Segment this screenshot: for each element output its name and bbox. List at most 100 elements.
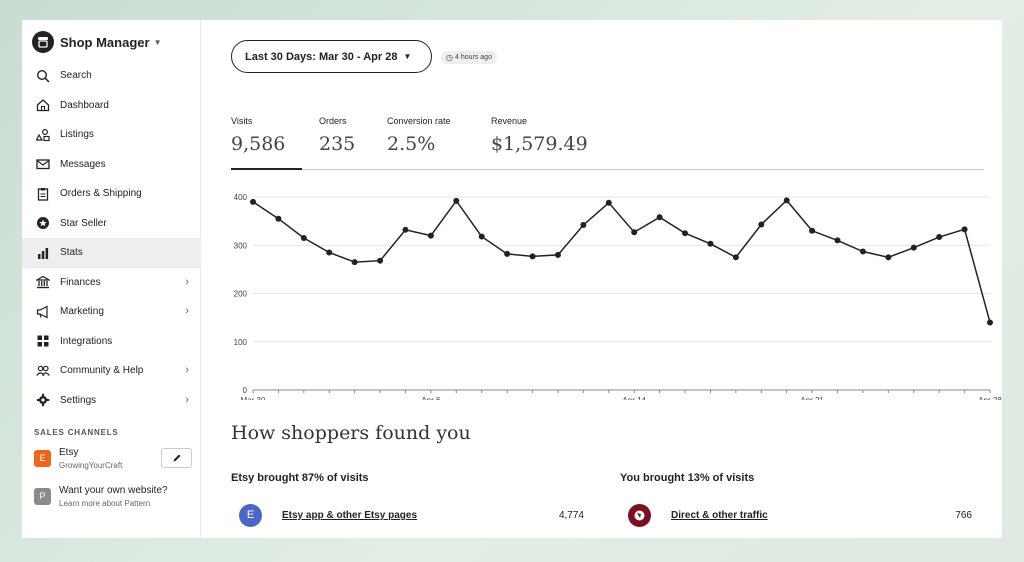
series-line bbox=[252, 199, 991, 323]
x-tick-label: Mar 30 bbox=[241, 396, 266, 400]
data-point bbox=[834, 237, 841, 244]
website-promo-link[interactable]: Learn more about Pattern bbox=[59, 499, 150, 508]
data-point bbox=[351, 259, 358, 266]
channel-shop-name: GrowingYourCraft bbox=[59, 461, 123, 470]
sidebar-item-label: Search bbox=[60, 70, 92, 82]
megaphone-icon bbox=[35, 304, 51, 320]
metric-label: Revenue bbox=[491, 116, 528, 126]
edit-channel-button[interactable] bbox=[161, 448, 192, 468]
bar-chart-icon bbox=[35, 245, 51, 261]
data-point bbox=[936, 234, 943, 241]
gear-icon bbox=[35, 392, 51, 408]
x-tick-label: Apr 14 bbox=[622, 396, 646, 400]
website-promo-title: Want your own website? bbox=[59, 485, 168, 496]
metric-value: 9,586 bbox=[231, 133, 286, 155]
sidebar-item-integrations[interactable]: Integrations bbox=[22, 327, 201, 357]
traffic-source-row: Direct & other traffic 766 bbox=[628, 504, 972, 528]
channel-name: Etsy bbox=[59, 447, 79, 458]
pencil-icon bbox=[173, 454, 180, 462]
last-updated-badge: ◷ 4 hours ago bbox=[441, 51, 497, 64]
data-point bbox=[326, 249, 333, 256]
data-point bbox=[504, 250, 511, 257]
chevron-right-icon: › bbox=[185, 393, 189, 406]
date-range-label: Last 30 Days: Mar 30 - Apr 28 bbox=[245, 50, 398, 63]
sidebar-item-search[interactable]: Search bbox=[22, 61, 201, 91]
sidebar-item-label: Marketing bbox=[60, 306, 104, 318]
you-visits-heading: You brought 13% of visits bbox=[620, 472, 755, 484]
sidebar-item-label: Integrations bbox=[60, 335, 113, 347]
data-point bbox=[656, 214, 663, 221]
last-updated-text: 4 hours ago bbox=[454, 54, 492, 61]
x-tick-label: Apr 21 bbox=[800, 396, 824, 400]
sidebar-item-label: Finances bbox=[60, 276, 101, 288]
shop-manager-title: Shop Manager bbox=[60, 34, 150, 50]
data-point bbox=[910, 244, 917, 251]
y-tick-label: 0 bbox=[243, 386, 248, 395]
sidebar-item-marketing[interactable]: Marketing › bbox=[22, 297, 201, 327]
clock-icon: ◷ bbox=[446, 53, 453, 62]
etsy-channel[interactable]: E Etsy GrowingYourCraft bbox=[34, 446, 194, 472]
metric-orders[interactable]: Orders 235 bbox=[319, 116, 355, 155]
sidebar-item-label: Orders & Shipping bbox=[60, 188, 142, 200]
sidebar-item-label: Community & Help bbox=[60, 365, 144, 377]
sidebar-item-community-help[interactable]: Community & Help › bbox=[22, 356, 201, 386]
shop-logo-icon bbox=[32, 31, 54, 53]
sidebar-item-orders-shipping[interactable]: Orders & Shipping bbox=[22, 179, 201, 209]
y-tick-label: 100 bbox=[234, 338, 248, 347]
search-icon bbox=[35, 68, 51, 84]
data-point bbox=[453, 197, 460, 204]
active-metric-underline bbox=[231, 168, 302, 170]
metric-divider bbox=[302, 169, 984, 170]
metric-visits[interactable]: Visits 9,586 bbox=[231, 116, 285, 155]
data-point bbox=[605, 199, 612, 206]
metric-label: Orders bbox=[319, 116, 347, 126]
sidebar-item-listings[interactable]: Listings bbox=[22, 120, 201, 150]
shop-manager-menu[interactable]: Shop Manager ▼ bbox=[32, 30, 162, 54]
sidebar-item-label: Dashboard bbox=[60, 99, 109, 111]
sidebar-item-dashboard[interactable]: Dashboard bbox=[22, 91, 201, 121]
pattern-badge-icon: P bbox=[34, 488, 51, 505]
data-point bbox=[554, 251, 561, 258]
data-point bbox=[809, 227, 816, 234]
data-point bbox=[987, 319, 993, 326]
data-point bbox=[961, 226, 968, 233]
date-range-dropdown[interactable]: Last 30 Days: Mar 30 - Apr 28 ▼ bbox=[231, 40, 432, 73]
data-point bbox=[478, 233, 485, 240]
data-point bbox=[427, 232, 434, 239]
sidebar-item-stats[interactable]: Stats bbox=[22, 238, 201, 268]
metric-value: 2.5% bbox=[387, 133, 436, 155]
sidebar: Shop Manager ▼ Search Dashboard Listings… bbox=[22, 20, 201, 538]
etsy-source-link[interactable]: Etsy app & other Etsy pages bbox=[282, 510, 417, 521]
sidebar-item-settings[interactable]: Settings › bbox=[22, 386, 201, 416]
sidebar-nav: Search Dashboard Listings Messages Order… bbox=[22, 61, 201, 415]
data-point bbox=[732, 254, 739, 261]
metric-conversion-rate[interactable]: Conversion rate 2.5% bbox=[387, 116, 451, 155]
etsy-badge-icon: E bbox=[34, 450, 51, 467]
sidebar-item-star-seller[interactable]: Star Seller bbox=[22, 209, 201, 239]
mail-icon bbox=[35, 156, 51, 172]
caret-down-icon: ▼ bbox=[153, 37, 162, 47]
listings-icon bbox=[35, 127, 51, 143]
sidebar-item-messages[interactable]: Messages bbox=[22, 150, 201, 180]
data-point bbox=[529, 253, 536, 260]
metric-value: 235 bbox=[319, 133, 356, 155]
sidebar-item-label: Stats bbox=[60, 247, 83, 259]
sidebar-item-finances[interactable]: Finances › bbox=[22, 268, 201, 298]
sidebar-item-label: Star Seller bbox=[60, 217, 107, 229]
y-tick-label: 200 bbox=[234, 290, 248, 299]
source-visit-count: 4,774 bbox=[558, 510, 584, 521]
shoppers-found-title: How shoppers found you bbox=[231, 422, 471, 444]
chevron-right-icon: › bbox=[185, 275, 189, 288]
direct-traffic-icon bbox=[628, 504, 651, 527]
x-tick-label: Apr 28 bbox=[978, 396, 1002, 400]
metric-revenue[interactable]: Revenue $1,579.49 bbox=[491, 116, 588, 155]
data-point bbox=[631, 229, 638, 236]
bank-icon bbox=[35, 274, 51, 290]
data-point bbox=[758, 221, 765, 228]
visits-line-chart: 0 100 200 300 400 Mar 30 Apr 6 Apr 14 Apr 21 Apr … bbox=[234, 193, 1002, 400]
star-badge-icon bbox=[35, 215, 51, 231]
pattern-website-promo[interactable]: P Want your own website? Learn more abou… bbox=[34, 484, 199, 510]
direct-source-link[interactable]: Direct & other traffic bbox=[671, 510, 768, 521]
chevron-right-icon: › bbox=[185, 364, 189, 376]
etsy-visits-heading: Etsy brought 87% of visits bbox=[231, 472, 369, 484]
